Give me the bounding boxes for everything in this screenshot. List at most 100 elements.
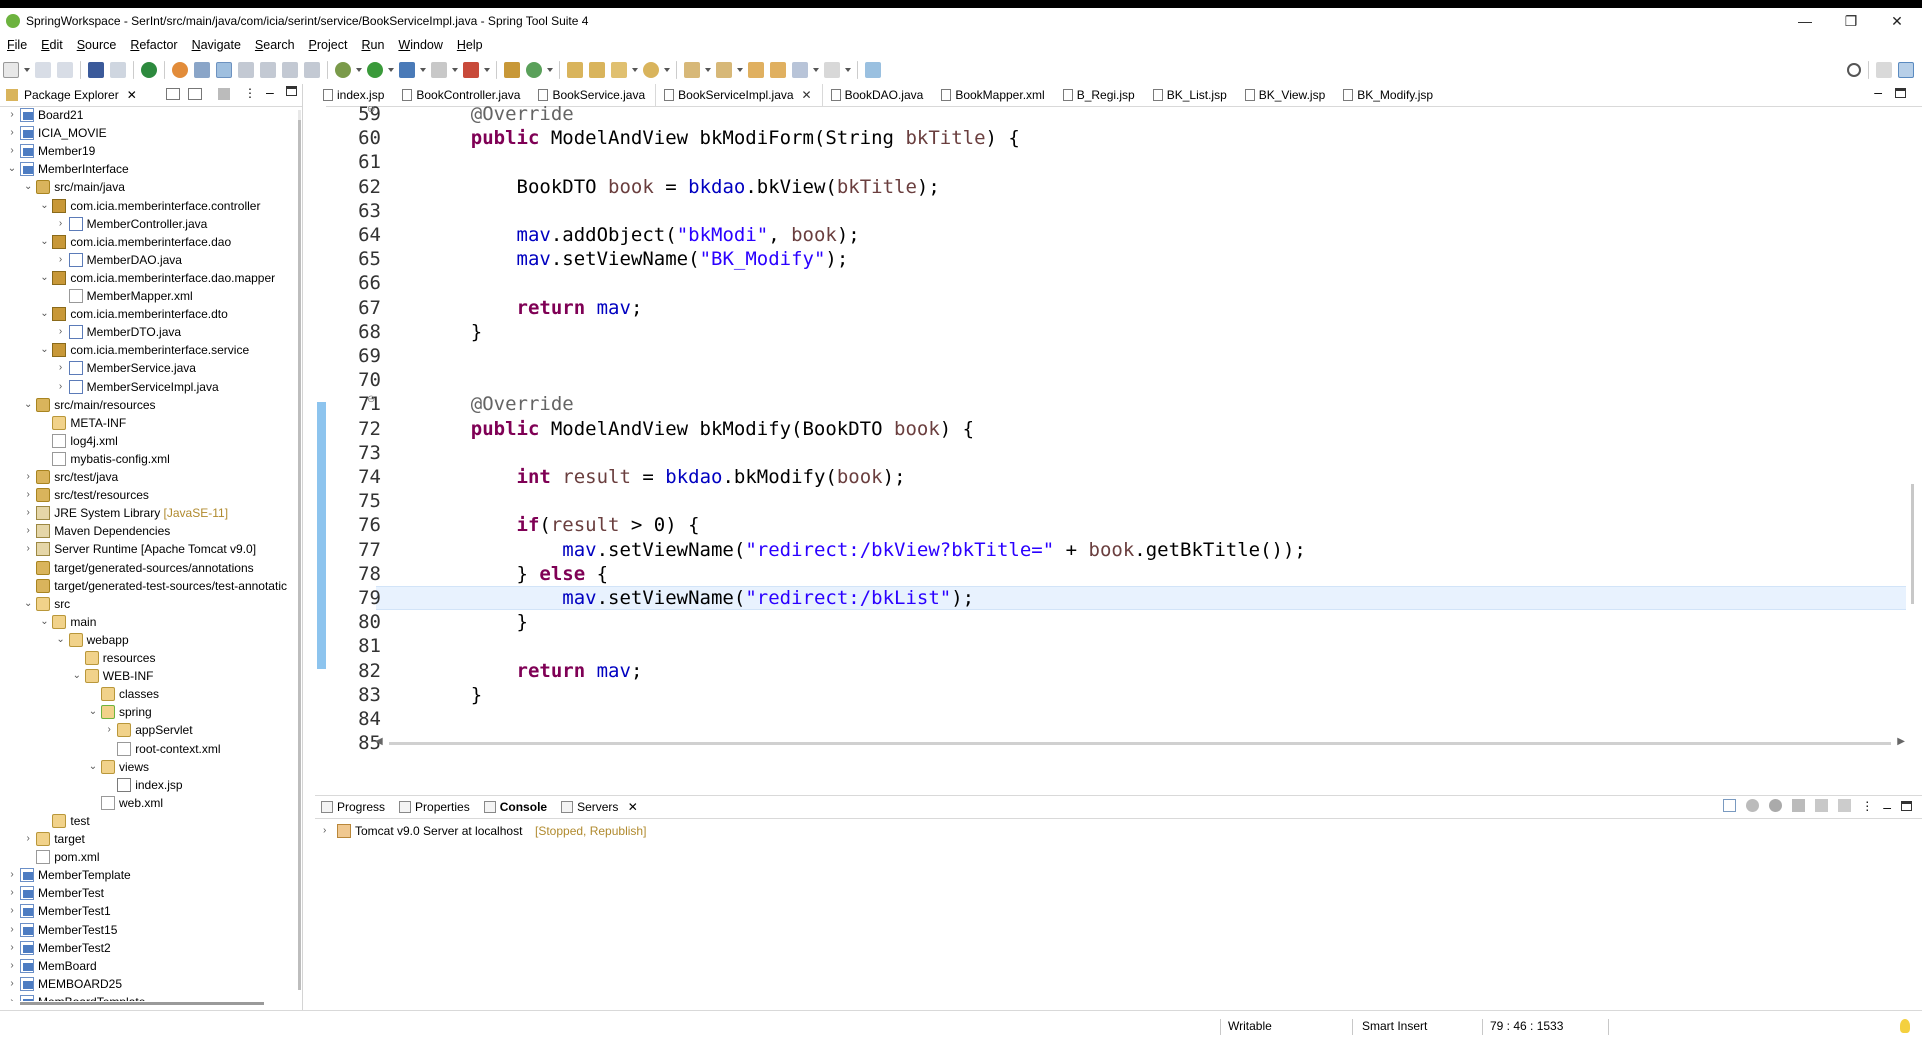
- search-tool-icon[interactable]: [611, 62, 627, 78]
- close-button[interactable]: ✕: [1874, 8, 1920, 34]
- search-dropdown-icon[interactable]: [632, 62, 638, 78]
- next-annotation-icon[interactable]: [684, 62, 700, 78]
- maximize-editor-icon[interactable]: [1895, 88, 1906, 98]
- editor-tab[interactable]: BK_View.jsp: [1237, 84, 1336, 106]
- spring-boot-dashboard-icon[interactable]: [141, 62, 157, 78]
- minimize-view-icon[interactable]: ‒: [1883, 799, 1891, 815]
- stop-dropdown-icon[interactable]: [452, 62, 458, 78]
- tree-vertical-scrollbar[interactable]: [298, 110, 301, 990]
- chevron-right-icon[interactable]: ›: [22, 504, 34, 522]
- code-line[interactable]: return mav;: [425, 296, 643, 320]
- chevron-right-icon[interactable]: ›: [55, 378, 67, 396]
- menu-refactor[interactable]: Refactor: [123, 38, 184, 52]
- chevron-down-icon[interactable]: ⌄: [6, 160, 18, 178]
- chevron-right-icon[interactable]: ›: [6, 921, 18, 939]
- tree-horizontal-scrollbar[interactable]: [20, 1002, 264, 1005]
- code-line[interactable]: public ModelAndView bkModiForm(String bk…: [425, 126, 1020, 150]
- tab-properties[interactable]: Properties: [393, 796, 478, 818]
- minimize-view-icon[interactable]: ‒: [266, 84, 274, 100]
- scroll-left-icon[interactable]: ◀: [375, 736, 383, 747]
- search-icon[interactable]: [1847, 63, 1861, 77]
- status-insert-mode[interactable]: Smart Insert: [1362, 1011, 1427, 1042]
- collapse-icon[interactable]: [1723, 799, 1737, 812]
- chevron-down-icon[interactable]: ⌄: [38, 613, 50, 631]
- code-line[interactable]: } else {: [425, 562, 609, 586]
- code-line[interactable]: int result = bkdao.bkModify(book);: [425, 465, 906, 489]
- minimize-button[interactable]: —: [1782, 8, 1828, 34]
- external-tools-dropdown-icon[interactable]: [484, 62, 490, 78]
- chevron-down-icon[interactable]: ⌄: [87, 758, 99, 776]
- open-perspective-icon[interactable]: [1876, 62, 1892, 78]
- chevron-right-icon[interactable]: ›: [55, 251, 67, 269]
- save-all-icon[interactable]: [57, 62, 73, 78]
- forward-icon[interactable]: [824, 62, 840, 78]
- debug-icon[interactable]: [335, 62, 351, 78]
- menu-file[interactable]: File: [0, 38, 34, 52]
- code-line[interactable]: mav.setViewName("redirect:/bkView?bkTitl…: [425, 538, 1306, 562]
- last-edit-location-icon[interactable]: [748, 62, 764, 78]
- link-with-editor-icon[interactable]: [188, 88, 202, 100]
- chevron-right-icon[interactable]: ›: [6, 884, 18, 902]
- chevron-right-icon[interactable]: ›: [6, 106, 18, 124]
- start-server-icon[interactable]: [1769, 799, 1783, 812]
- debug-dropdown-icon[interactable]: [356, 62, 362, 78]
- code-line[interactable]: }: [425, 610, 528, 634]
- menu-edit[interactable]: Edit: [34, 38, 70, 52]
- editor-tab[interactable]: BookServiceImpl.java ✕: [655, 84, 823, 106]
- maximize-view-icon[interactable]: [1901, 801, 1912, 811]
- editor-vertical-scrollbar[interactable]: [1911, 484, 1914, 604]
- status-cursor-position[interactable]: 79 : 46 : 1533: [1490, 1011, 1563, 1042]
- show-whitespace-icon[interactable]: [282, 62, 298, 78]
- editor-tab[interactable]: index.jsp: [315, 84, 394, 106]
- new-java-class-icon[interactable]: [526, 62, 542, 78]
- code-line[interactable]: @Override: [425, 755, 574, 756]
- code-line[interactable]: }: [425, 320, 482, 344]
- editor-tab[interactable]: BookController.java: [394, 84, 530, 106]
- chevron-down-icon[interactable]: ⌄: [22, 595, 34, 613]
- chevron-down-icon[interactable]: ⌄: [87, 703, 99, 721]
- view-menu-icon[interactable]: ⋮: [1861, 799, 1873, 815]
- coverage-dropdown-icon[interactable]: [420, 62, 426, 78]
- console-icon[interactable]: [88, 62, 104, 78]
- publish-icon[interactable]: [1838, 799, 1852, 812]
- last-edit-forward-icon[interactable]: [770, 62, 786, 78]
- chevron-right-icon[interactable]: ›: [55, 359, 67, 377]
- chevron-right-icon[interactable]: ›: [22, 540, 34, 558]
- toggle-word-wrap-icon[interactable]: [238, 62, 254, 78]
- menu-help[interactable]: Help: [450, 38, 490, 52]
- close-icon[interactable]: ✕: [624, 800, 638, 814]
- run-dropdown-icon[interactable]: [388, 62, 394, 78]
- code-line[interactable]: return mav;: [425, 659, 643, 683]
- chevron-down-icon[interactable]: ⌄: [38, 233, 50, 251]
- skip-breakpoints-icon[interactable]: [110, 62, 126, 78]
- new-dropdown-icon[interactable]: [24, 62, 30, 78]
- minimize-editor-icon[interactable]: ‒: [1874, 84, 1882, 100]
- back-dropdown-icon[interactable]: [813, 62, 819, 78]
- run-icon[interactable]: [367, 62, 383, 78]
- chevron-right-icon[interactable]: ›: [6, 957, 18, 975]
- stop-icon[interactable]: [431, 62, 447, 78]
- fold-toggle-icon[interactable]: ⊖: [367, 106, 375, 115]
- chevron-right-icon[interactable]: ›: [22, 486, 34, 504]
- chevron-right-icon[interactable]: ›: [6, 975, 18, 993]
- chevron-down-icon[interactable]: ⌄: [38, 305, 50, 323]
- menu-run[interactable]: Run: [354, 38, 391, 52]
- code-line[interactable]: mav.addObject("bkModi", book);: [425, 223, 860, 247]
- view-menu-icon[interactable]: ⋮: [244, 86, 256, 100]
- pin-icon[interactable]: [865, 62, 881, 78]
- code-line[interactable]: @Override: [425, 106, 574, 126]
- debug-server-icon[interactable]: [1746, 799, 1760, 812]
- chevron-right-icon[interactable]: ›: [55, 215, 67, 233]
- chevron-right-icon[interactable]: ›: [6, 124, 18, 142]
- project-tree[interactable]: › Board21 › ICIA_MOVIE › Member19 ⌄ MemberInter…: [0, 106, 300, 1001]
- close-icon[interactable]: ✕: [127, 88, 137, 102]
- code-line[interactable]: }: [425, 683, 482, 707]
- profile-server-icon[interactable]: [1792, 799, 1806, 812]
- menu-project[interactable]: Project: [302, 38, 355, 52]
- pin-editor-icon[interactable]: [304, 62, 320, 78]
- editor-tab[interactable]: B_Regi.jsp: [1055, 84, 1145, 106]
- open-task-icon[interactable]: [194, 62, 210, 78]
- maximize-button[interactable]: ❐: [1828, 8, 1874, 34]
- editor-horizontal-scrollbar[interactable]: ◀ ▶: [375, 736, 1905, 750]
- chevron-right-icon[interactable]: ›: [22, 522, 34, 540]
